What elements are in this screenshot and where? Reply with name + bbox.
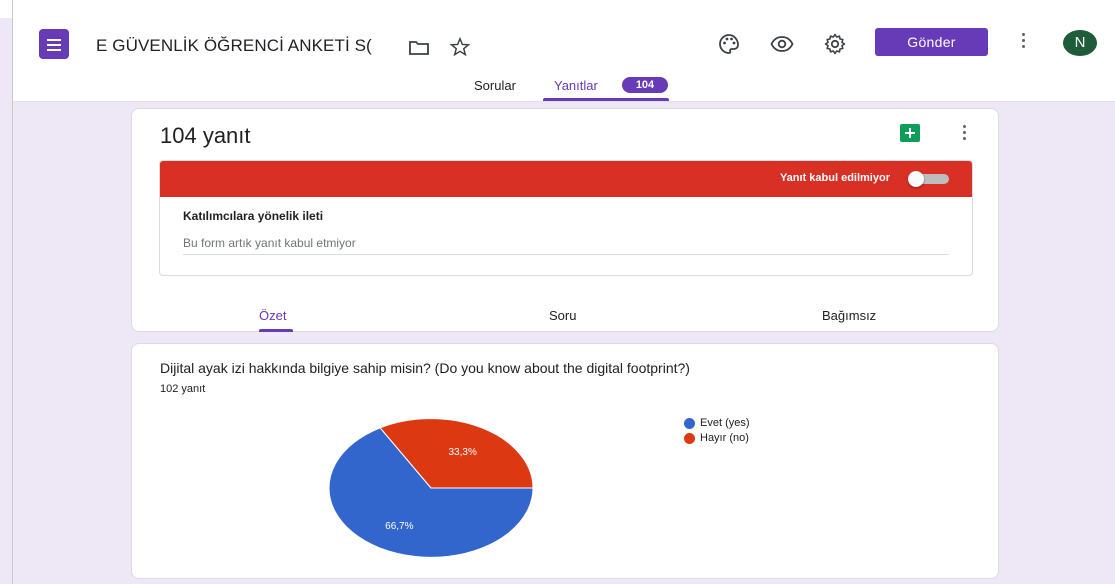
not-accepting-bar: Yanıt kabul edilmiyor (160, 161, 972, 197)
send-button[interactable]: Gönder (875, 28, 988, 56)
palette-icon[interactable] (717, 32, 741, 56)
responses-summary-card: 104 yanıt Yanıt kabul edilmiyor Katılımc… (131, 108, 999, 332)
top-strip (0, 0, 1115, 18)
settings-icon[interactable] (823, 32, 847, 56)
sheets-plus-glyph (905, 128, 915, 138)
closed-message-box: Yanıt kabul edilmiyor Katılımcılara yöne… (159, 160, 973, 276)
response-count-heading: 104 yanıt (160, 123, 251, 148)
tab-responses[interactable]: Yanıtlar (554, 78, 598, 93)
folder-icon[interactable] (409, 40, 429, 55)
pie-chart: 66,7% 33,3% (328, 418, 534, 558)
chart-legend: Evet (yes) Hayır (no) (682, 416, 750, 446)
input-underline (183, 254, 949, 255)
tab-questions[interactable]: Sorular (474, 78, 516, 93)
subtab-indicator (259, 329, 293, 332)
respondent-message-input[interactable]: Bu form artık yanıt kabul etmiyor (183, 236, 356, 250)
sheets-icon[interactable] (900, 124, 920, 142)
app-header: E GÜVENLİK ÖĞRENCİ ANKETİ S( Gönder N So… (13, 18, 1115, 102)
accepting-responses-toggle[interactable] (908, 171, 950, 187)
question-summary-card: Dijital ayak izi hakkında bilgiye sahip … (131, 343, 999, 579)
form-title[interactable]: E GÜVENLİK ÖĞRENCİ ANKETİ S( (96, 36, 372, 56)
star-icon[interactable] (449, 36, 471, 58)
responses-count-badge: 104 (622, 77, 668, 93)
respondent-message-label: Katılımcılara yönelik ileti (183, 209, 324, 223)
subtab-summary[interactable]: Özet (259, 308, 286, 323)
subtab-individual[interactable]: Bağımsız (822, 308, 876, 323)
more-vert-icon[interactable] (1019, 33, 1027, 55)
legend-label: Hayır (no) (700, 432, 749, 444)
active-tab-indicator (543, 98, 669, 101)
legend-swatch (684, 418, 695, 429)
pie-slice-label-yes: 66,7% (385, 521, 413, 532)
legend-item-yes[interactable]: Evet (yes) (682, 416, 750, 431)
accepting-status-label: Yanıt kabul edilmiyor (779, 172, 890, 184)
question-title: Dijital ayak izi hakkında bilgiye sahip … (160, 360, 690, 376)
legend-label: Evet (yes) (700, 417, 750, 429)
pie-slice-label-no: 33,3% (448, 447, 476, 458)
question-response-count: 102 yanıt (160, 383, 206, 395)
subtab-question[interactable]: Soru (549, 308, 576, 323)
legend-swatch (684, 433, 695, 444)
responses-more-icon[interactable] (960, 125, 968, 145)
forms-app-icon[interactable] (39, 29, 69, 59)
legend-item-no[interactable]: Hayır (no) (682, 431, 750, 446)
eye-icon[interactable] (770, 32, 794, 56)
avatar[interactable]: N (1063, 30, 1097, 56)
toggle-knob (908, 171, 924, 187)
